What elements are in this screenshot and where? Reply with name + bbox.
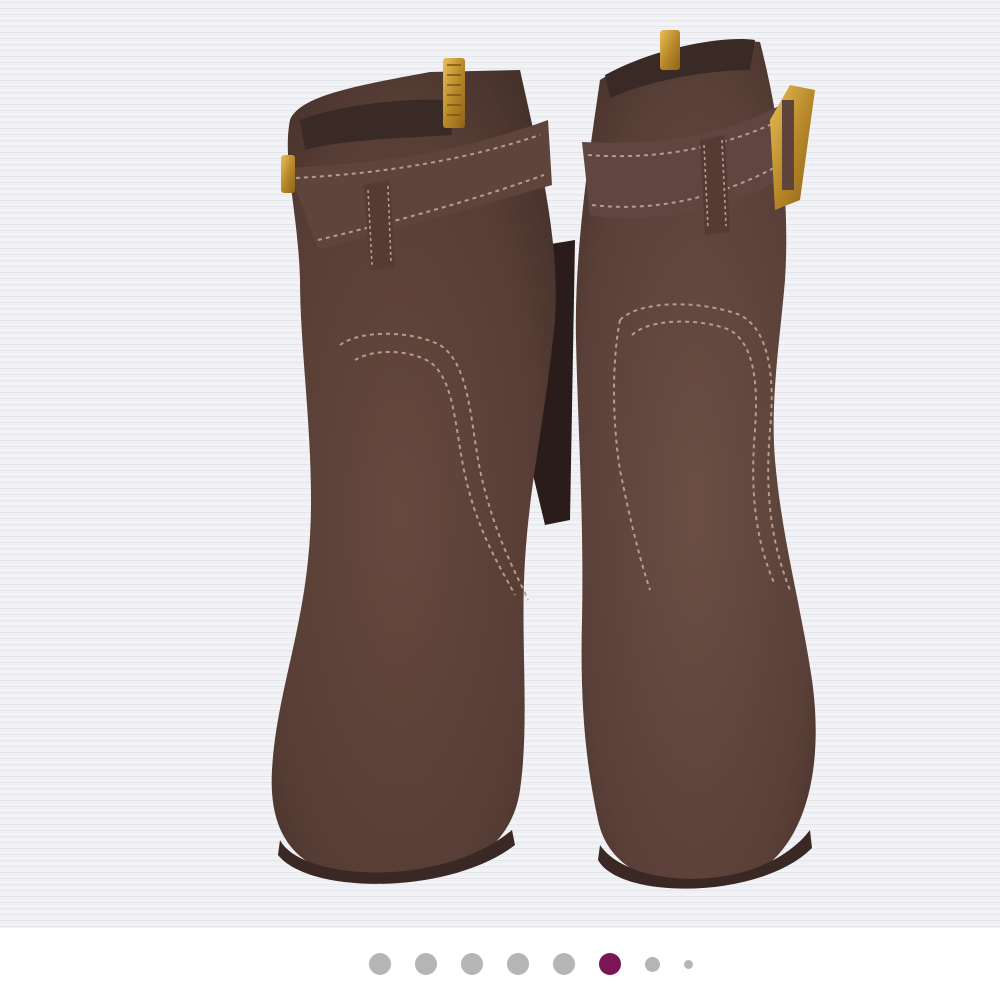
image-gallery-viewer — [0, 0, 1000, 1000]
pagination-dot-active[interactable] — [599, 953, 621, 975]
pagination-dot[interactable] — [461, 953, 483, 975]
pagination-dot[interactable] — [684, 959, 693, 969]
product-photo[interactable] — [0, 0, 1000, 928]
pagination-dot[interactable] — [645, 956, 660, 972]
image-pagination — [0, 928, 1000, 1000]
pagination-dot[interactable] — [415, 953, 437, 975]
suede-ankle-boots-photo — [0, 0, 1000, 928]
pagination-dot[interactable] — [507, 953, 529, 975]
pagination-dots — [357, 953, 705, 975]
pagination-dot[interactable] — [553, 953, 575, 975]
pagination-dot[interactable] — [369, 953, 391, 975]
